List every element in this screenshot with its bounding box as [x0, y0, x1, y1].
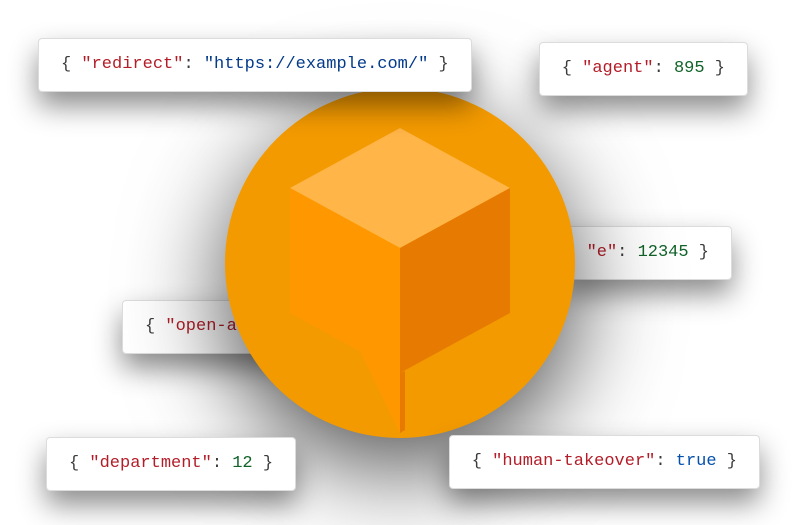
- json-value: 12345: [638, 243, 689, 262]
- json-key: "department": [89, 454, 211, 473]
- json-key: "e": [587, 243, 618, 262]
- json-value: true: [676, 452, 717, 471]
- code-snippet-department: { "department": 12 }: [46, 437, 296, 491]
- json-key: "agent": [582, 59, 653, 78]
- chat-cube-icon: [210, 73, 590, 453]
- json-value: 895: [674, 59, 705, 78]
- json-value: 12: [232, 454, 252, 473]
- json-key: "redirect": [81, 55, 183, 74]
- json-key: "human-takeover": [492, 452, 655, 471]
- code-snippet-redirect: { "redirect": "https://example.com/" }: [38, 38, 472, 92]
- json-value: "https://example.com/": [204, 55, 428, 74]
- code-snippet-agent: { "agent": 895 }: [539, 42, 748, 96]
- code-snippet-human-takeover: { "human-takeover": true }: [449, 435, 760, 489]
